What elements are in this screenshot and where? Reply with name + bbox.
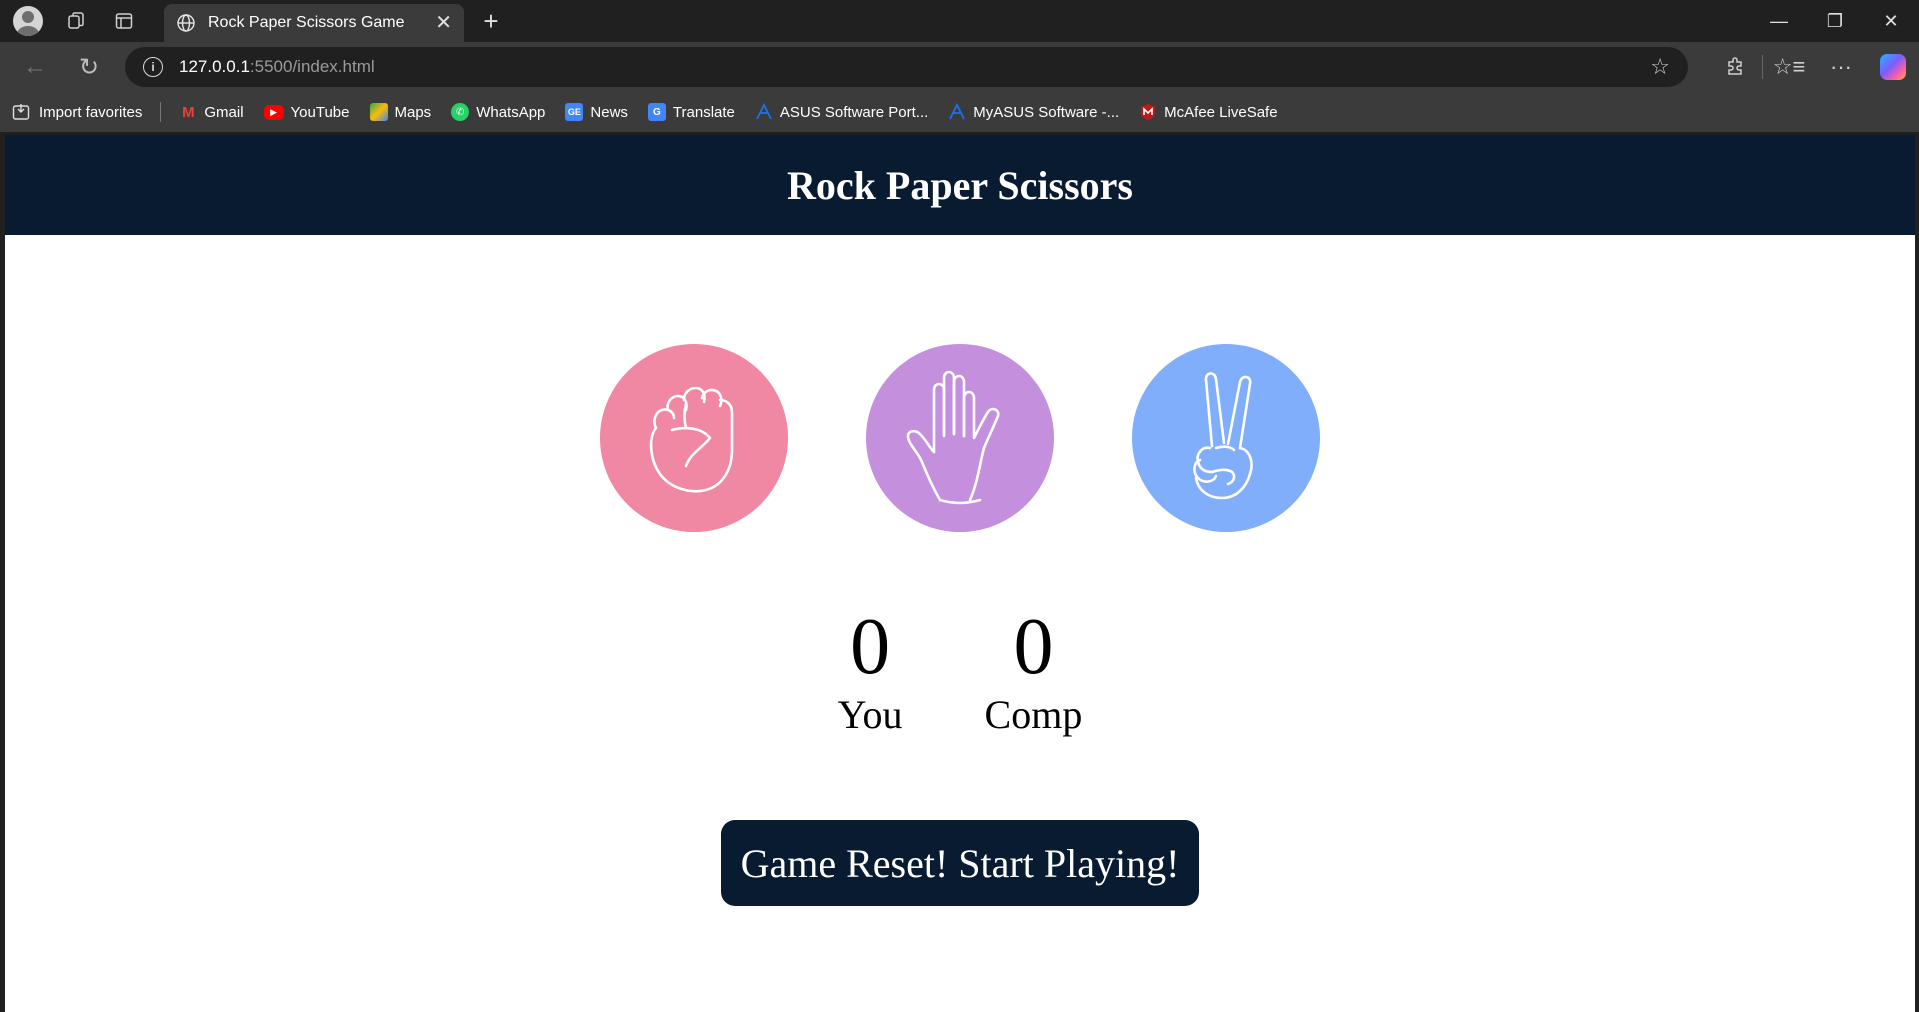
browser-titlebar: Rock Paper Scissors Game ✕ + — ❐ ✕	[0, 0, 1919, 42]
back-arrow-icon: ←	[23, 53, 47, 80]
bookmark-label: WhatsApp	[476, 103, 546, 121]
translate-icon: G	[647, 103, 666, 121]
user-score-label: You	[837, 692, 903, 737]
bookmark-label: Maps	[394, 103, 432, 121]
bookmark-gmail[interactable]: M Gmail	[179, 103, 243, 121]
url-host: 127.0.0.1	[179, 57, 250, 76]
asus-icon	[756, 103, 772, 120]
more-dots-icon: ···	[1830, 54, 1852, 79]
globe-icon	[177, 14, 195, 32]
bookmarks-bar: Import favorites M Gmail ▶ YouTube Maps …	[0, 92, 1919, 132]
mcafee-icon	[1141, 104, 1156, 120]
tab-rock-paper-scissors[interactable]: Rock Paper Scissors Game ✕	[164, 4, 464, 42]
close-window-button[interactable]: ✕	[1863, 0, 1919, 42]
choices-row	[5, 344, 1915, 532]
minimize-button[interactable]: —	[1751, 0, 1807, 42]
refresh-icon: ↻	[78, 53, 100, 81]
choice-rock[interactable]	[600, 344, 788, 532]
restore-icon: ❐	[1826, 10, 1844, 31]
bookmark-translate[interactable]: G Translate	[647, 103, 735, 121]
profile-button[interactable]	[4, 0, 52, 42]
site-info-icon[interactable]: i	[143, 57, 163, 77]
page-header: Rock Paper Scissors	[5, 135, 1915, 235]
paper-hand-icon	[906, 370, 1000, 505]
page-viewport: Rock Paper Scissors 0 You 0 Comp Game Re…	[5, 135, 1915, 1012]
copilot-button[interactable]	[1867, 42, 1919, 92]
bookmark-asus-software-portal[interactable]: ASUS Software Port...	[755, 103, 928, 121]
comp-score-label: Comp	[984, 692, 1083, 737]
whatsapp-icon: ✆	[451, 103, 470, 121]
favorite-star-icon[interactable]: ☆	[1650, 54, 1670, 80]
bookmark-label: Import favorites	[39, 103, 143, 121]
bookmark-import-favorites[interactable]: Import favorites	[12, 103, 142, 121]
vertical-tabs-icon	[115, 13, 133, 29]
extensions-button[interactable]	[1710, 42, 1762, 92]
message-container: Game Reset! Start Playing!	[5, 820, 1915, 906]
settings-more-button[interactable]: ···	[1815, 42, 1867, 92]
close-icon: ✕	[1883, 10, 1899, 31]
bookmark-myasus-software[interactable]: MyASUS Software -...	[948, 103, 1119, 121]
bookmark-news[interactable]: GE News	[565, 103, 628, 121]
import-icon	[12, 104, 30, 120]
bookmark-label: MyASUS Software -...	[973, 103, 1120, 121]
maps-icon	[369, 103, 388, 121]
refresh-button[interactable]: ↻	[62, 42, 116, 92]
bookmark-maps[interactable]: Maps	[369, 103, 432, 121]
bookmark-youtube[interactable]: ▶ YouTube	[263, 103, 350, 121]
favorites-list-icon: ☆≡	[1772, 54, 1806, 79]
address-bar[interactable]: i 127.0.0.1:5500/index.html ☆	[125, 47, 1688, 87]
game-message: Game Reset! Start Playing!	[720, 820, 1200, 906]
bookmark-label: YouTube	[290, 103, 350, 121]
extensions-puzzle-icon	[1728, 57, 1742, 75]
comp-score-box: 0 Comp	[985, 602, 1083, 738]
workspaces-button[interactable]	[52, 0, 100, 42]
bookmark-whatsapp[interactable]: ✆ WhatsApp	[451, 103, 545, 121]
back-button[interactable]: ←	[8, 42, 62, 92]
minimize-icon: —	[1770, 10, 1788, 31]
choice-paper[interactable]	[866, 344, 1054, 532]
workspaces-icon	[68, 12, 84, 29]
new-tab-button[interactable]: +	[474, 0, 508, 42]
tab-title: Rock Paper Scissors Game	[208, 14, 405, 31]
news-icon: GE	[565, 103, 584, 121]
bookmark-label: News	[590, 103, 628, 121]
copilot-icon	[1880, 54, 1906, 80]
gmail-icon: M	[182, 103, 195, 121]
asus-icon	[949, 103, 966, 120]
vertical-tabs-button[interactable]	[100, 0, 148, 42]
favorites-button[interactable]: ☆≡	[1763, 42, 1815, 92]
bookmark-label: Gmail	[204, 103, 244, 121]
bookmark-label: McAfee LiveSafe	[1164, 103, 1278, 121]
user-score: 0	[850, 603, 891, 691]
bookmark-label: Translate	[672, 103, 735, 121]
score-board: 0 You 0 Comp	[5, 602, 1915, 738]
user-score-box: 0 You	[838, 602, 903, 738]
close-tab-icon[interactable]: ✕	[435, 13, 452, 33]
scissors-peace-icon	[1193, 372, 1253, 500]
browser-toolbar: ← ↻ i 127.0.0.1:5500/index.html ☆ ☆≡ ···	[0, 42, 1919, 92]
url-path: :5500/index.html	[249, 57, 375, 76]
page-title: Rock Paper Scissors	[787, 162, 1133, 208]
toolbar-right: ☆≡ ···	[1710, 42, 1919, 92]
profile-avatar-icon	[13, 6, 43, 36]
rock-fist-icon	[649, 386, 734, 493]
window-controls: — ❐ ✕	[1751, 0, 1919, 42]
comp-score: 0	[1013, 603, 1054, 691]
choice-scissors[interactable]	[1132, 344, 1320, 532]
plus-icon: +	[483, 5, 499, 36]
url-text: 127.0.0.1:5500/index.html	[179, 57, 375, 77]
bookmarks-separator	[160, 102, 162, 122]
restore-button[interactable]: ❐	[1807, 0, 1863, 42]
youtube-icon: ▶	[263, 104, 284, 120]
bookmark-mcafee-livesafe[interactable]: McAfee LiveSafe	[1139, 103, 1278, 121]
bookmark-label: ASUS Software Port...	[779, 103, 929, 121]
